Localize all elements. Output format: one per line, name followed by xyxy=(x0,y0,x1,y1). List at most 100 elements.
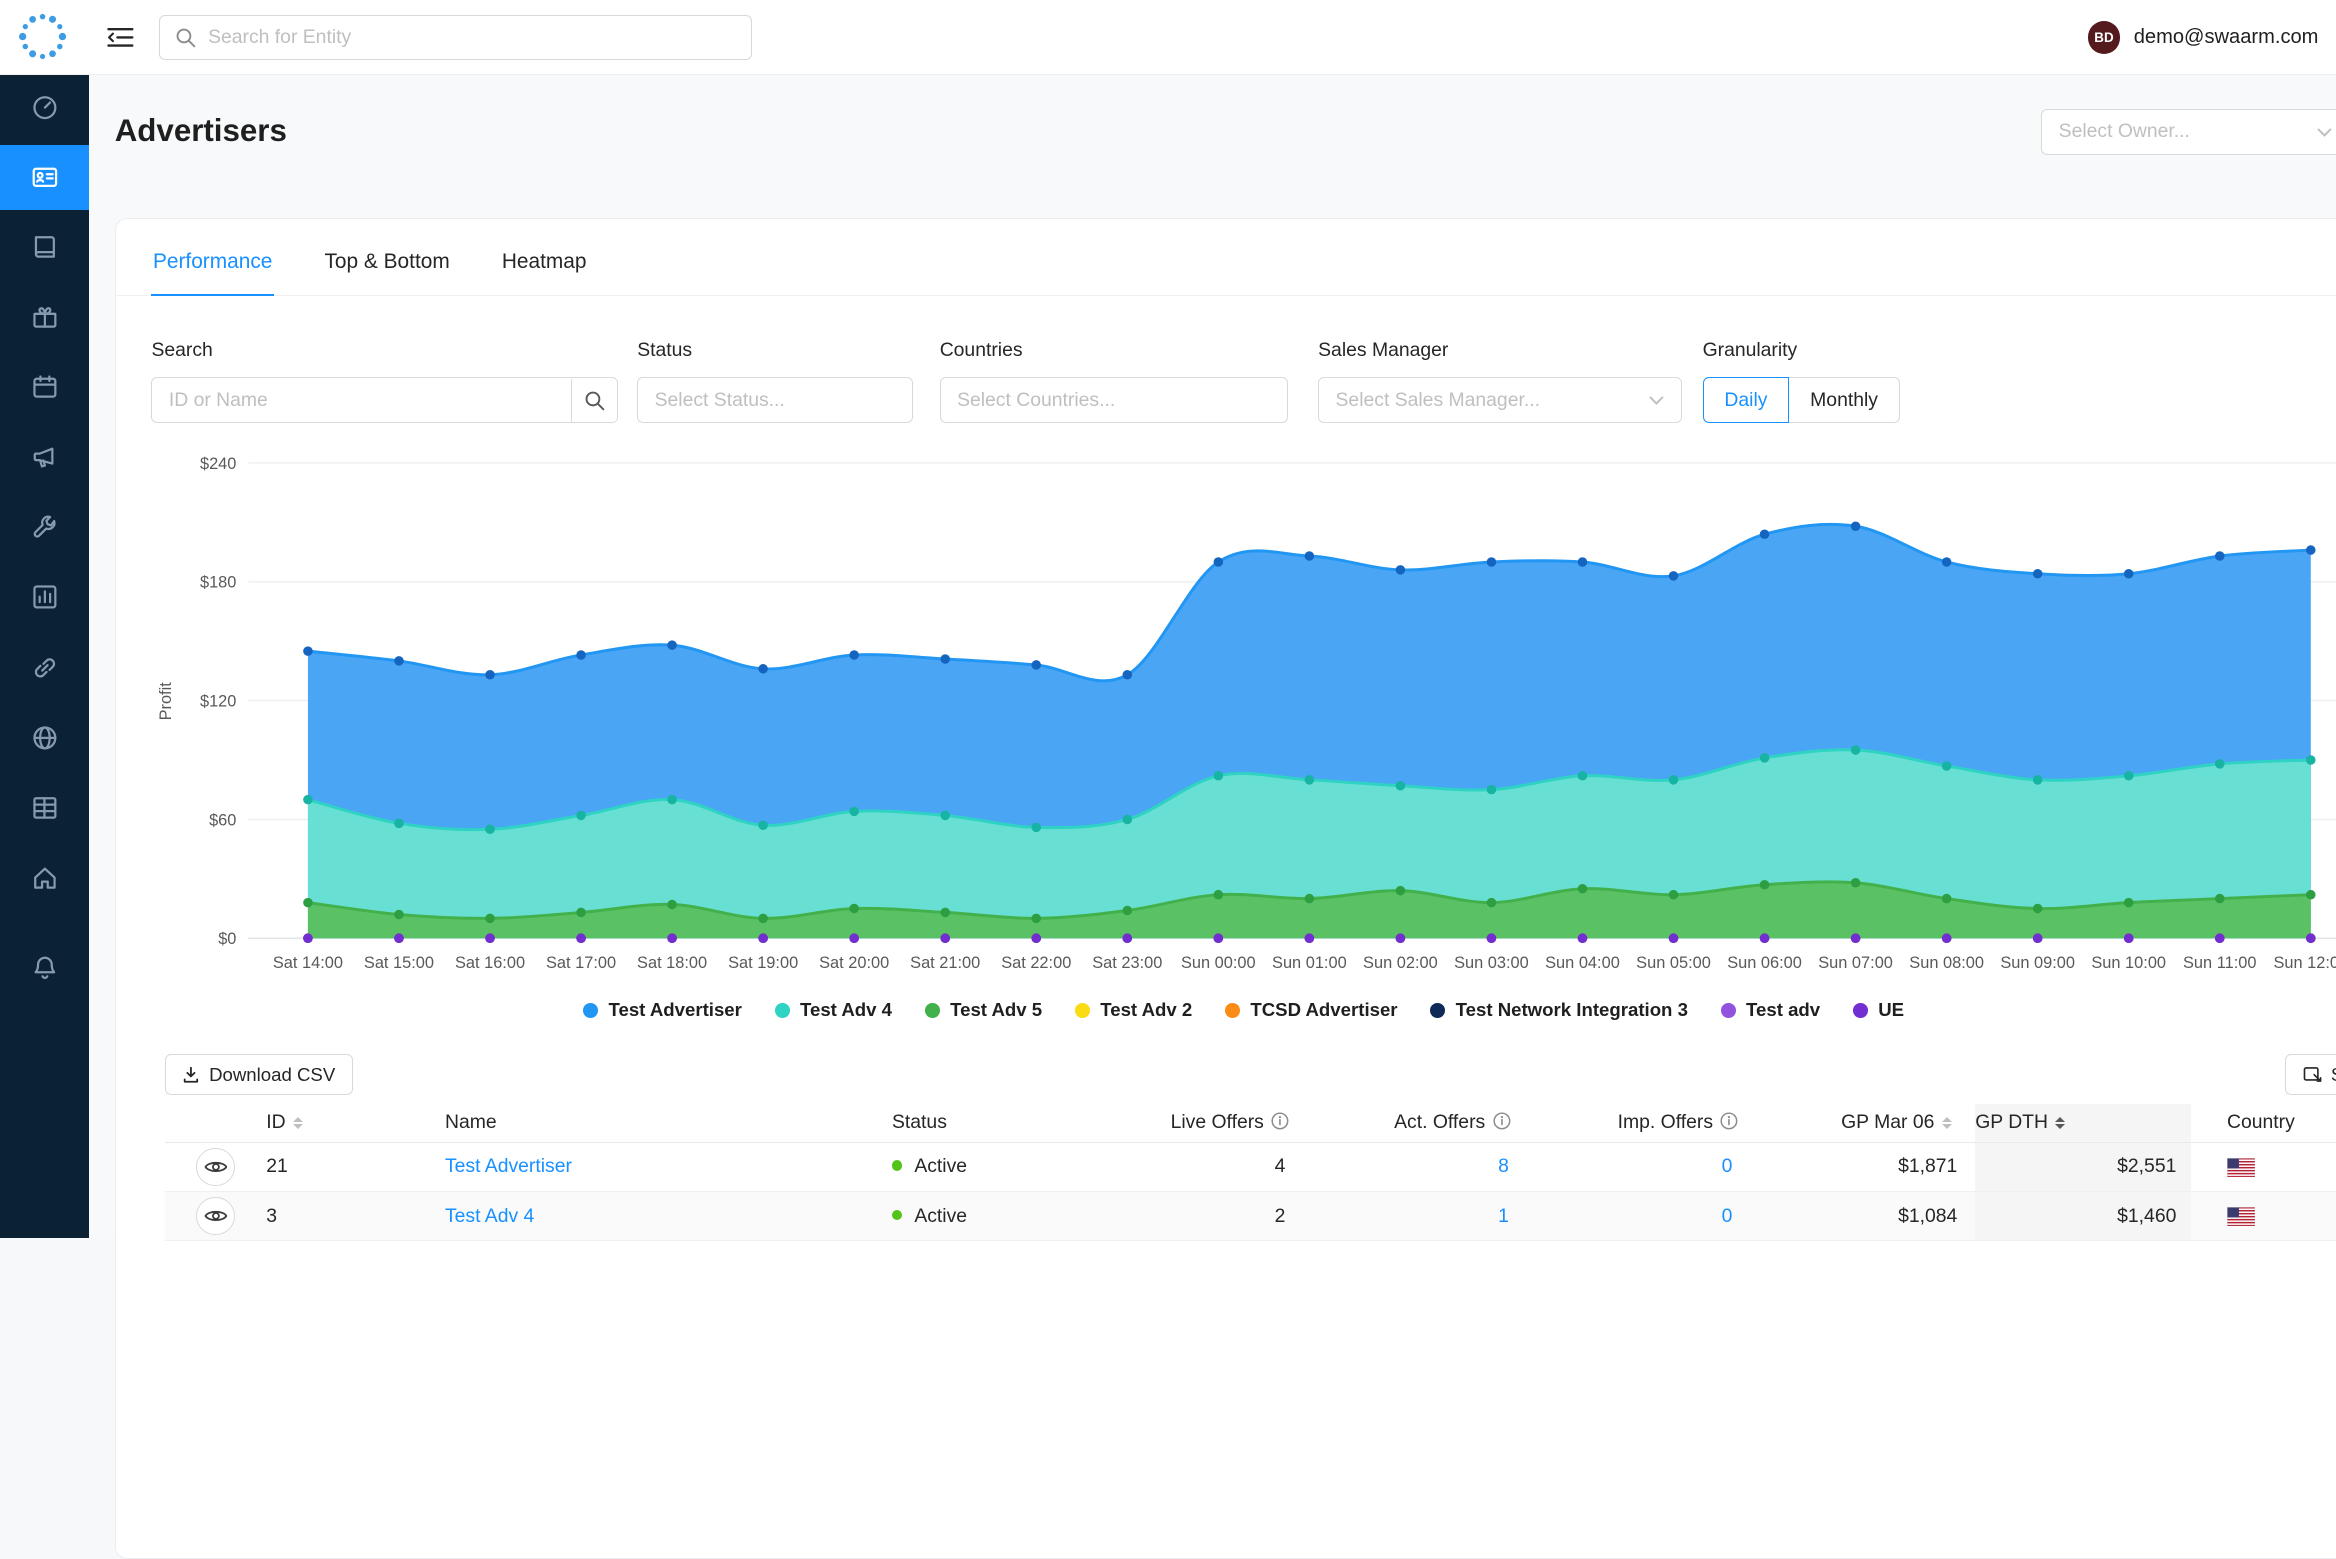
sort-icon xyxy=(2055,1117,2065,1129)
profit-chart[interactable]: $0$60$120$180$240Sat 14:00Sat 15:00Sat 1… xyxy=(150,448,2336,984)
sidebar-item-notifications[interactable] xyxy=(0,936,89,1002)
view-row-button[interactable] xyxy=(196,1197,235,1236)
col-header-view xyxy=(165,1104,266,1143)
col-header-status: Status xyxy=(892,1104,1171,1143)
advertiser-link[interactable]: Test Adv 4 xyxy=(445,1205,534,1227)
info-icon[interactable] xyxy=(1720,1112,1738,1130)
sidebar-item-tracking[interactable] xyxy=(0,635,89,701)
col-label: GP Mar 06 xyxy=(1841,1111,1934,1133)
view-row-button[interactable] xyxy=(196,1148,235,1187)
svg-text:Sun 05:00: Sun 05:00 xyxy=(1636,954,1711,972)
col-header-act-offers[interactable]: Act. Offers xyxy=(1394,1104,1618,1143)
info-icon[interactable] xyxy=(1271,1112,1289,1130)
countries-select[interactable]: Select Countries... xyxy=(940,377,1289,423)
owner-select-placeholder: Select Owner... xyxy=(2059,120,2190,143)
col-header-gp-dth[interactable]: GP DTH xyxy=(1975,1104,2191,1143)
legend-label: TCSD Advertiser xyxy=(1250,999,1397,1021)
sidebar-item-geo[interactable] xyxy=(0,705,89,771)
legend-item-test-advertiser[interactable]: Test Advertiser xyxy=(583,999,742,1021)
legend-item-test-network-integration-3[interactable]: Test Network Integration 3 xyxy=(1430,999,1688,1021)
legend-item-test-adv-5[interactable]: Test Adv 5 xyxy=(925,999,1042,1021)
us-flag-icon xyxy=(2227,1207,2255,1226)
sidebar-item-events[interactable] xyxy=(0,355,89,421)
advertisers-table: ID Name Status Live Offers Act. Offers I… xyxy=(165,1104,2336,1242)
col-label: Country xyxy=(2227,1111,2295,1133)
svg-text:Sun 10:00: Sun 10:00 xyxy=(2091,954,2166,972)
sidebar-item-offers[interactable] xyxy=(0,285,89,351)
sales-manager-select[interactable]: Select Sales Manager... xyxy=(1318,377,1682,423)
act-offers-link[interactable]: 1 xyxy=(1498,1205,1509,1227)
granularity-daily-button[interactable]: Daily xyxy=(1703,377,1790,423)
sidebar-item-data[interactable] xyxy=(0,775,89,841)
granularity-monthly-button[interactable]: Monthly xyxy=(1789,377,1900,423)
id-name-input[interactable] xyxy=(152,389,570,412)
user-email[interactable]: demo@swaarm.com xyxy=(2134,26,2319,49)
legend-item-test-adv-4[interactable]: Test Adv 4 xyxy=(775,999,892,1021)
topbar: BD demo@swaarm.com xyxy=(0,0,2336,75)
main-content: Advertisers Select Owner... Performance … xyxy=(89,75,2336,1239)
col-label: GP DTH xyxy=(1975,1111,2048,1133)
svg-text:Sat 23:00: Sat 23:00 xyxy=(1092,954,1162,972)
app-logo[interactable] xyxy=(15,9,70,64)
select-columns-icon xyxy=(2303,1065,2322,1084)
advertiser-link[interactable]: Test Advertiser xyxy=(445,1155,572,1177)
user-menu: BD demo@swaarm.com xyxy=(2088,0,2319,75)
sidebar-item-reports[interactable] xyxy=(0,565,89,631)
tab-heatmap[interactable]: Heatmap xyxy=(500,226,588,295)
countries-select-placeholder: Select Countries... xyxy=(957,389,1115,412)
user-avatar[interactable]: BD xyxy=(2088,21,2121,54)
sidebar-item-campaigns[interactable] xyxy=(0,425,89,491)
globe-icon xyxy=(30,723,60,753)
col-label: ID xyxy=(266,1111,285,1133)
legend-label: Test Advertiser xyxy=(608,999,741,1021)
sidebar-item-dashboard[interactable] xyxy=(0,75,89,141)
cell-gp-mar-06: $1,084 xyxy=(1841,1191,1975,1240)
imp-offers-link[interactable]: 0 xyxy=(1722,1155,1733,1177)
eye-icon xyxy=(204,1207,228,1225)
legend-item-test-adv-2[interactable]: Test Adv 2 xyxy=(1075,999,1192,1021)
select-columns-button[interactable]: Se xyxy=(2285,1054,2336,1094)
col-header-imp-offers[interactable]: Imp. Offers xyxy=(1618,1104,1842,1143)
countries-filter: Countries Select Countries... xyxy=(940,339,1289,423)
status-select[interactable]: Select Status... xyxy=(637,377,913,423)
filter-search-button[interactable] xyxy=(571,379,617,422)
sidebar-item-advertisers[interactable] xyxy=(0,145,89,211)
imp-offers-link[interactable]: 0 xyxy=(1722,1205,1733,1227)
col-header-id[interactable]: ID xyxy=(266,1104,445,1143)
legend-item-ue[interactable]: UE xyxy=(1853,999,1904,1021)
owner-select[interactable]: Select Owner... xyxy=(2041,109,2336,155)
entity-search-input[interactable] xyxy=(208,26,736,49)
chevron-down-icon xyxy=(2317,128,2332,137)
svg-text:Sun 03:00: Sun 03:00 xyxy=(1454,954,1529,972)
svg-text:Sun 07:00: Sun 07:00 xyxy=(1818,954,1893,972)
legend-item-test-adv[interactable]: Test adv xyxy=(1721,999,1820,1021)
tab-top-bottom[interactable]: Top & Bottom xyxy=(323,226,451,295)
gift-icon xyxy=(30,302,60,332)
sidebar-item-tools[interactable] xyxy=(0,495,89,561)
act-offers-link[interactable]: 8 xyxy=(1498,1155,1509,1177)
download-icon xyxy=(182,1066,200,1084)
col-header-live-offers[interactable]: Live Offers xyxy=(1171,1104,1395,1143)
svg-text:Sat 20:00: Sat 20:00 xyxy=(819,954,889,972)
legend-label: Test Adv 2 xyxy=(1100,999,1192,1021)
sidebar-item-home[interactable] xyxy=(0,845,89,911)
legend-item-tcsd-advertiser[interactable]: TCSD Advertiser xyxy=(1225,999,1398,1021)
search-icon xyxy=(175,27,196,48)
info-icon[interactable] xyxy=(1493,1112,1511,1130)
tab-performance[interactable]: Performance xyxy=(151,226,273,297)
status-badge: Active xyxy=(892,1142,1171,1191)
eye-icon xyxy=(204,1158,228,1176)
col-header-country: Country xyxy=(2191,1104,2336,1143)
us-flag-icon xyxy=(2227,1158,2255,1177)
performance-card: Performance Top & Bottom Heatmap Search … xyxy=(115,218,2336,1559)
svg-text:Sun 01:00: Sun 01:00 xyxy=(1272,954,1347,972)
megaphone-icon xyxy=(30,442,60,472)
menu-fold-icon[interactable] xyxy=(104,21,137,54)
download-csv-button[interactable]: Download CSV xyxy=(165,1054,353,1094)
status-dot xyxy=(892,1210,902,1220)
legend-label: Test Network Integration 3 xyxy=(1456,999,1688,1021)
sidebar-item-publishers[interactable] xyxy=(0,215,89,281)
legend-dot xyxy=(925,1003,940,1018)
svg-text:Sun 06:00: Sun 06:00 xyxy=(1727,954,1802,972)
col-header-gp-mar-06[interactable]: GP Mar 06 xyxy=(1841,1104,1975,1143)
